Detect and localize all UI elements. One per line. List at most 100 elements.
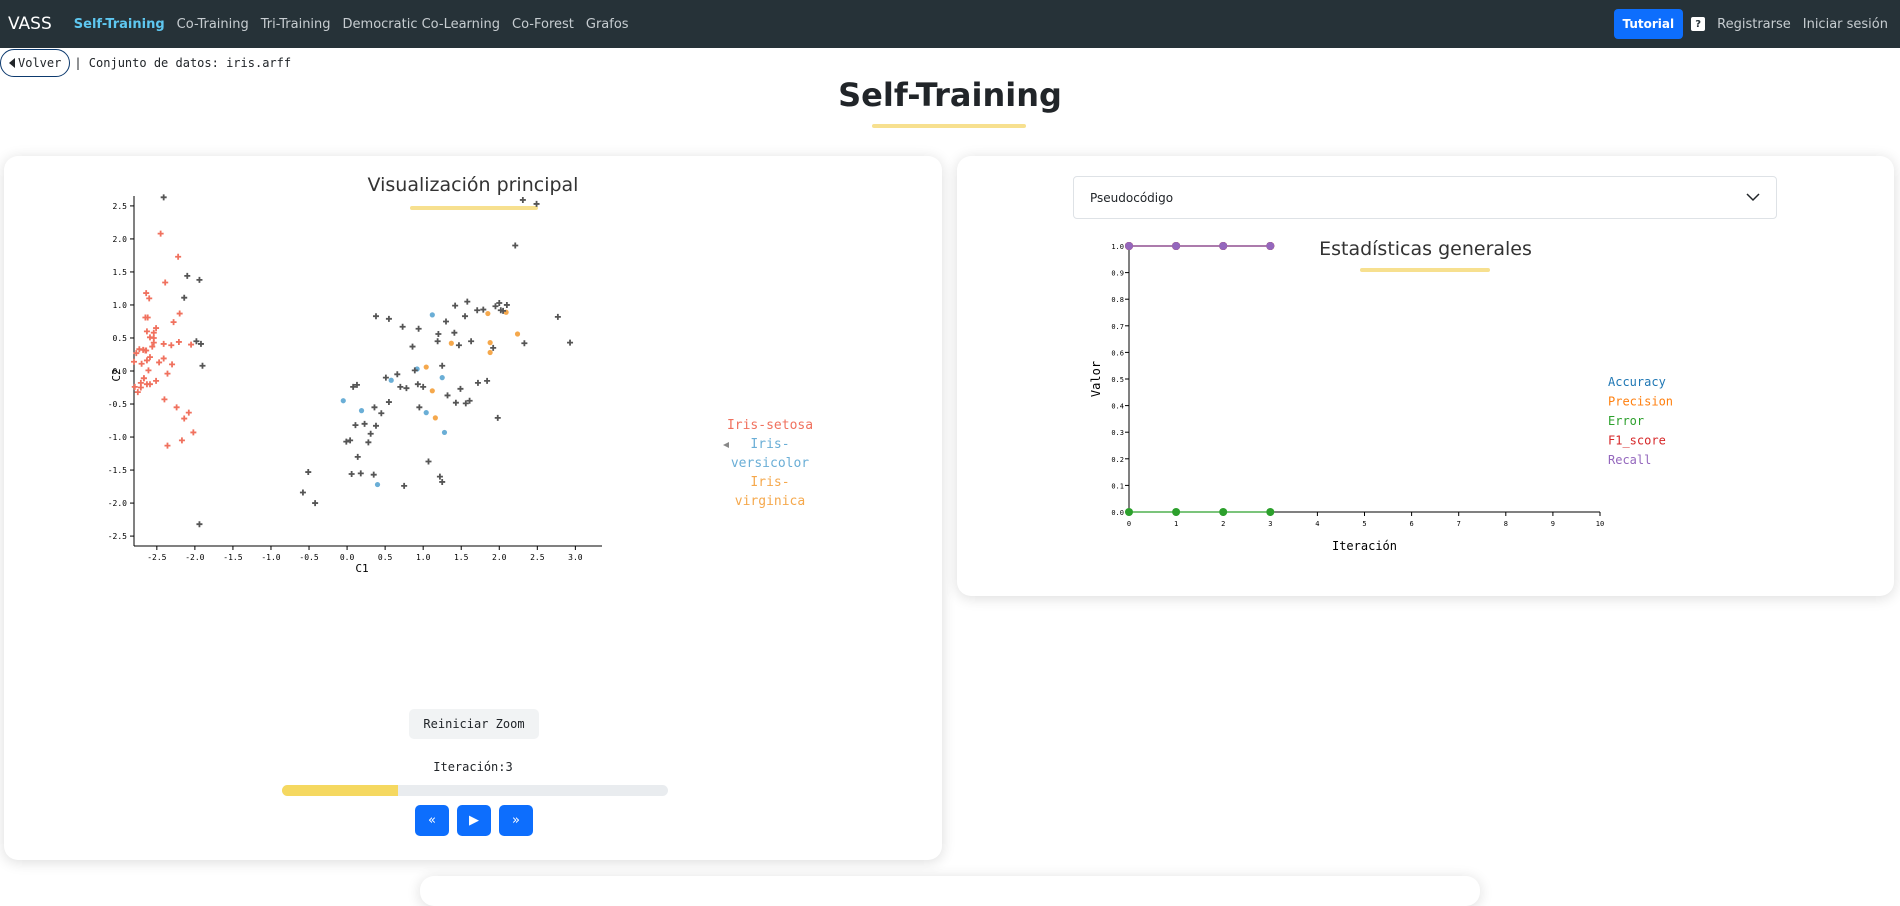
dataset-label: | Conjunto de datos: iris.arff — [74, 56, 292, 70]
series-point — [1266, 242, 1275, 250]
scatter-point — [409, 343, 416, 350]
dataset-bar: Volver | Conjunto de datos: iris.arff — [0, 49, 291, 77]
y-tick-label: -0.5 — [108, 400, 127, 409]
series-point — [1125, 508, 1133, 516]
y-tick-label: 1.0 — [1111, 243, 1124, 251]
scatter-points — [131, 194, 574, 528]
scatter-point — [420, 383, 427, 390]
scatter-point — [157, 230, 164, 237]
scatter-point — [185, 409, 192, 416]
scatter-point — [160, 355, 167, 362]
nav-grafos[interactable]: Grafos — [586, 17, 629, 32]
x-tick-label: 10 — [1596, 520, 1604, 528]
series-point — [1219, 508, 1228, 516]
x-tick-label: -1.5 — [223, 553, 242, 562]
line-axes: 0 1 2 3 4 5 6 7 8 9 10 0.0 0.1 0.2 0.3 0.4 0.5 0.6 0.7 0.8 0… — [1089, 242, 1604, 553]
x-tick-label: 3.0 — [568, 553, 583, 562]
scatter-point — [357, 470, 364, 477]
scatter-point — [160, 194, 167, 201]
statistics-card: Pseudocódigo Estadísticas generales 0123… — [957, 156, 1894, 596]
y-tick-label: 0.5 — [1111, 376, 1124, 384]
x-tick-label: 2.5 — [530, 553, 545, 562]
scatter-point — [533, 200, 540, 207]
scatter-point — [416, 404, 423, 411]
scatter-point — [429, 388, 435, 394]
scatter-point — [415, 325, 422, 332]
scatter-point — [361, 420, 368, 427]
scatter-point — [136, 346, 143, 353]
register-link[interactable]: Registrarse — [1717, 17, 1791, 32]
y-tick-label: -2.0 — [108, 499, 127, 508]
help-icon[interactable]: ? — [1691, 17, 1706, 31]
line-legend-item: F1_score — [1608, 434, 1666, 448]
scatter-point — [432, 415, 438, 421]
x-axis-label: Iteración — [1332, 539, 1397, 553]
statistics-line-chart[interactable]: 0 1 2 3 4 5 6 7 8 9 10 0.0 0.1 0.2 0.3 0.4 0.5 0.6 0.7 0.8 0… — [957, 156, 1894, 596]
x-tick-label: 8 — [1504, 520, 1508, 528]
scatter-point — [140, 375, 147, 382]
y-tick-label: 2.5 — [113, 202, 128, 211]
brand-logo[interactable]: VASS — [8, 14, 52, 34]
nav-tri-training[interactable]: Tri-Training — [261, 17, 331, 32]
scatter-legend-item: versicolor — [731, 456, 809, 471]
scatter-legend-item: Iris-setosa — [727, 418, 813, 433]
scatter-point — [385, 315, 392, 322]
tutorial-button[interactable]: Tutorial — [1613, 9, 1684, 39]
series-point — [1172, 242, 1181, 250]
nav-democratic-co-learning[interactable]: Democratic Co-Learning — [343, 17, 500, 32]
scatter-point — [503, 301, 510, 308]
y-axis-label: Valor — [1089, 361, 1103, 397]
top-navbar: VASS Self-Training Co-Training Tri-Train… — [0, 0, 1900, 48]
main-visualization-card: Visualización principal -2.5 -2.0 -1.5 -1.0… — [4, 156, 942, 860]
scatter-point — [181, 294, 188, 301]
x-tick-label: 2 — [1221, 520, 1225, 528]
iteration-progress[interactable] — [282, 785, 668, 796]
scatter-point — [457, 385, 464, 392]
scroll-caret-icon — [723, 442, 729, 448]
back-button-label: Volver — [18, 56, 62, 70]
scatter-point — [403, 385, 410, 392]
title-underline — [872, 124, 1026, 128]
back-button[interactable]: Volver — [0, 49, 71, 77]
next-iteration-button[interactable]: » — [499, 805, 533, 836]
scatter-point — [173, 404, 180, 411]
scatter-point — [444, 392, 451, 399]
scatter-point — [394, 371, 401, 378]
y-tick-label: 0.1 — [1111, 482, 1124, 490]
scatter-point — [519, 196, 526, 203]
previous-iteration-button[interactable]: « — [415, 805, 449, 836]
bottom-card — [420, 876, 1480, 906]
x-tick-label: -1.0 — [261, 553, 280, 562]
scatter-point — [512, 242, 519, 249]
y-axis-label: C2 — [110, 368, 123, 381]
play-icon: ▶ — [469, 813, 479, 828]
scatter-point — [175, 338, 182, 345]
play-button[interactable]: ▶ — [457, 805, 491, 836]
scatter-plot[interactable]: -2.5 -2.0 -1.5 -1.0 -0.5 0.0 0.5 1.0 1.5 2.0 2.5 3.… — [4, 156, 942, 676]
reset-zoom-button[interactable]: Reiniciar Zoom — [409, 709, 539, 739]
scatter-point — [190, 429, 197, 436]
login-link[interactable]: Iniciar sesión — [1803, 17, 1888, 32]
scatter-point — [374, 481, 381, 488]
scatter-point — [160, 340, 167, 347]
nav-co-forest[interactable]: Co-Forest — [512, 17, 574, 32]
x-tick-label: 6 — [1409, 520, 1413, 528]
x-axis-label: C1 — [355, 562, 368, 575]
scatter-point — [181, 415, 188, 422]
scatter-point — [474, 379, 481, 386]
x-tick-label: 0.0 — [340, 553, 355, 562]
y-tick-label: 0.4 — [1111, 403, 1124, 411]
x-tick-label: 1.5 — [454, 553, 469, 562]
scatter-point — [161, 396, 168, 403]
line-legend: Accuracy Precision Error F1_score Recall — [1608, 375, 1673, 467]
y-tick-label: 0.3 — [1111, 429, 1124, 437]
nav-self-training[interactable]: Self-Training — [74, 17, 165, 32]
scatter-point — [455, 342, 462, 349]
scatter-legend-item: Iris- — [750, 437, 789, 452]
scatter-point — [496, 299, 503, 306]
nav-co-training[interactable]: Co-Training — [177, 17, 249, 32]
scatter-point — [425, 458, 432, 465]
scatter-legend-item: Iris- — [750, 475, 789, 490]
scatter-point — [439, 362, 446, 369]
scatter-point — [184, 272, 191, 279]
